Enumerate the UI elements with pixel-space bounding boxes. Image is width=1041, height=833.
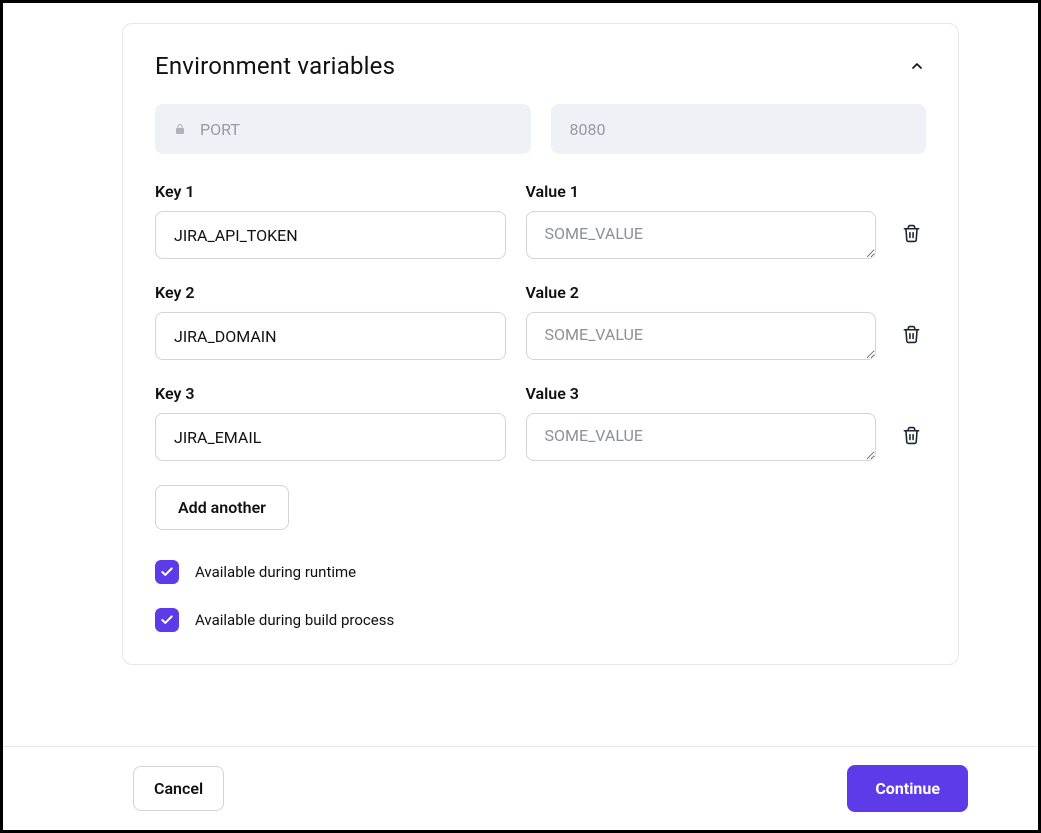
check-icon: [160, 613, 174, 627]
delete-button[interactable]: [898, 321, 925, 348]
runtime-checkbox[interactable]: [155, 560, 179, 584]
build-checkbox-label: Available during build process: [195, 611, 394, 629]
delete-button[interactable]: [898, 422, 925, 449]
collapse-toggle[interactable]: [908, 57, 926, 75]
cancel-button[interactable]: Cancel: [133, 766, 224, 811]
continue-button[interactable]: Continue: [847, 765, 968, 812]
delete-col: [896, 321, 926, 360]
value-label: Value 3: [526, 384, 877, 403]
trash-icon: [902, 426, 921, 445]
delete-col: [896, 220, 926, 259]
var-row: Key 3 Value 3: [155, 384, 926, 461]
key-input[interactable]: [155, 312, 506, 360]
panel-title: Environment variables: [155, 52, 395, 80]
trash-icon: [902, 325, 921, 344]
check-icon: [160, 565, 174, 579]
footer: Cancel Continue: [3, 746, 1038, 830]
runtime-checkbox-label: Available during runtime: [195, 563, 356, 581]
build-checkbox-row: Available during build process: [155, 608, 926, 632]
delete-col: [896, 422, 926, 461]
locked-value-text: 8080: [570, 120, 606, 139]
value-col: Value 1: [526, 182, 877, 259]
value-input[interactable]: [526, 312, 877, 360]
locked-key-field: PORT: [155, 104, 531, 154]
key-col: Key 2: [155, 283, 506, 360]
value-col: Value 2: [526, 283, 877, 360]
value-col: Value 3: [526, 384, 877, 461]
key-label: Key 2: [155, 283, 506, 302]
panel-header: Environment variables: [155, 52, 926, 80]
locked-value-field: 8080: [551, 104, 927, 154]
key-col: Key 3: [155, 384, 506, 461]
add-another-button[interactable]: Add another: [155, 485, 289, 530]
key-label: Key 1: [155, 182, 506, 201]
runtime-checkbox-row: Available during runtime: [155, 560, 926, 584]
key-col: Key 1: [155, 182, 506, 259]
key-input[interactable]: [155, 413, 506, 461]
var-row: Key 1 Value 1: [155, 182, 926, 259]
value-input[interactable]: [526, 211, 877, 259]
value-label: Value 1: [526, 182, 877, 201]
key-label: Key 3: [155, 384, 506, 403]
build-checkbox[interactable]: [155, 608, 179, 632]
chevron-up-icon: [909, 58, 925, 74]
locked-key-text: PORT: [200, 120, 240, 139]
var-row: Key 2 Value 2: [155, 283, 926, 360]
lock-icon: [174, 122, 186, 136]
value-input[interactable]: [526, 413, 877, 461]
env-vars-panel: Environment variables PORT 8080 Key 1 Va…: [122, 23, 959, 665]
delete-button[interactable]: [898, 220, 925, 247]
locked-var-row: PORT 8080: [155, 104, 926, 154]
key-input[interactable]: [155, 211, 506, 259]
trash-icon: [902, 224, 921, 243]
value-label: Value 2: [526, 283, 877, 302]
